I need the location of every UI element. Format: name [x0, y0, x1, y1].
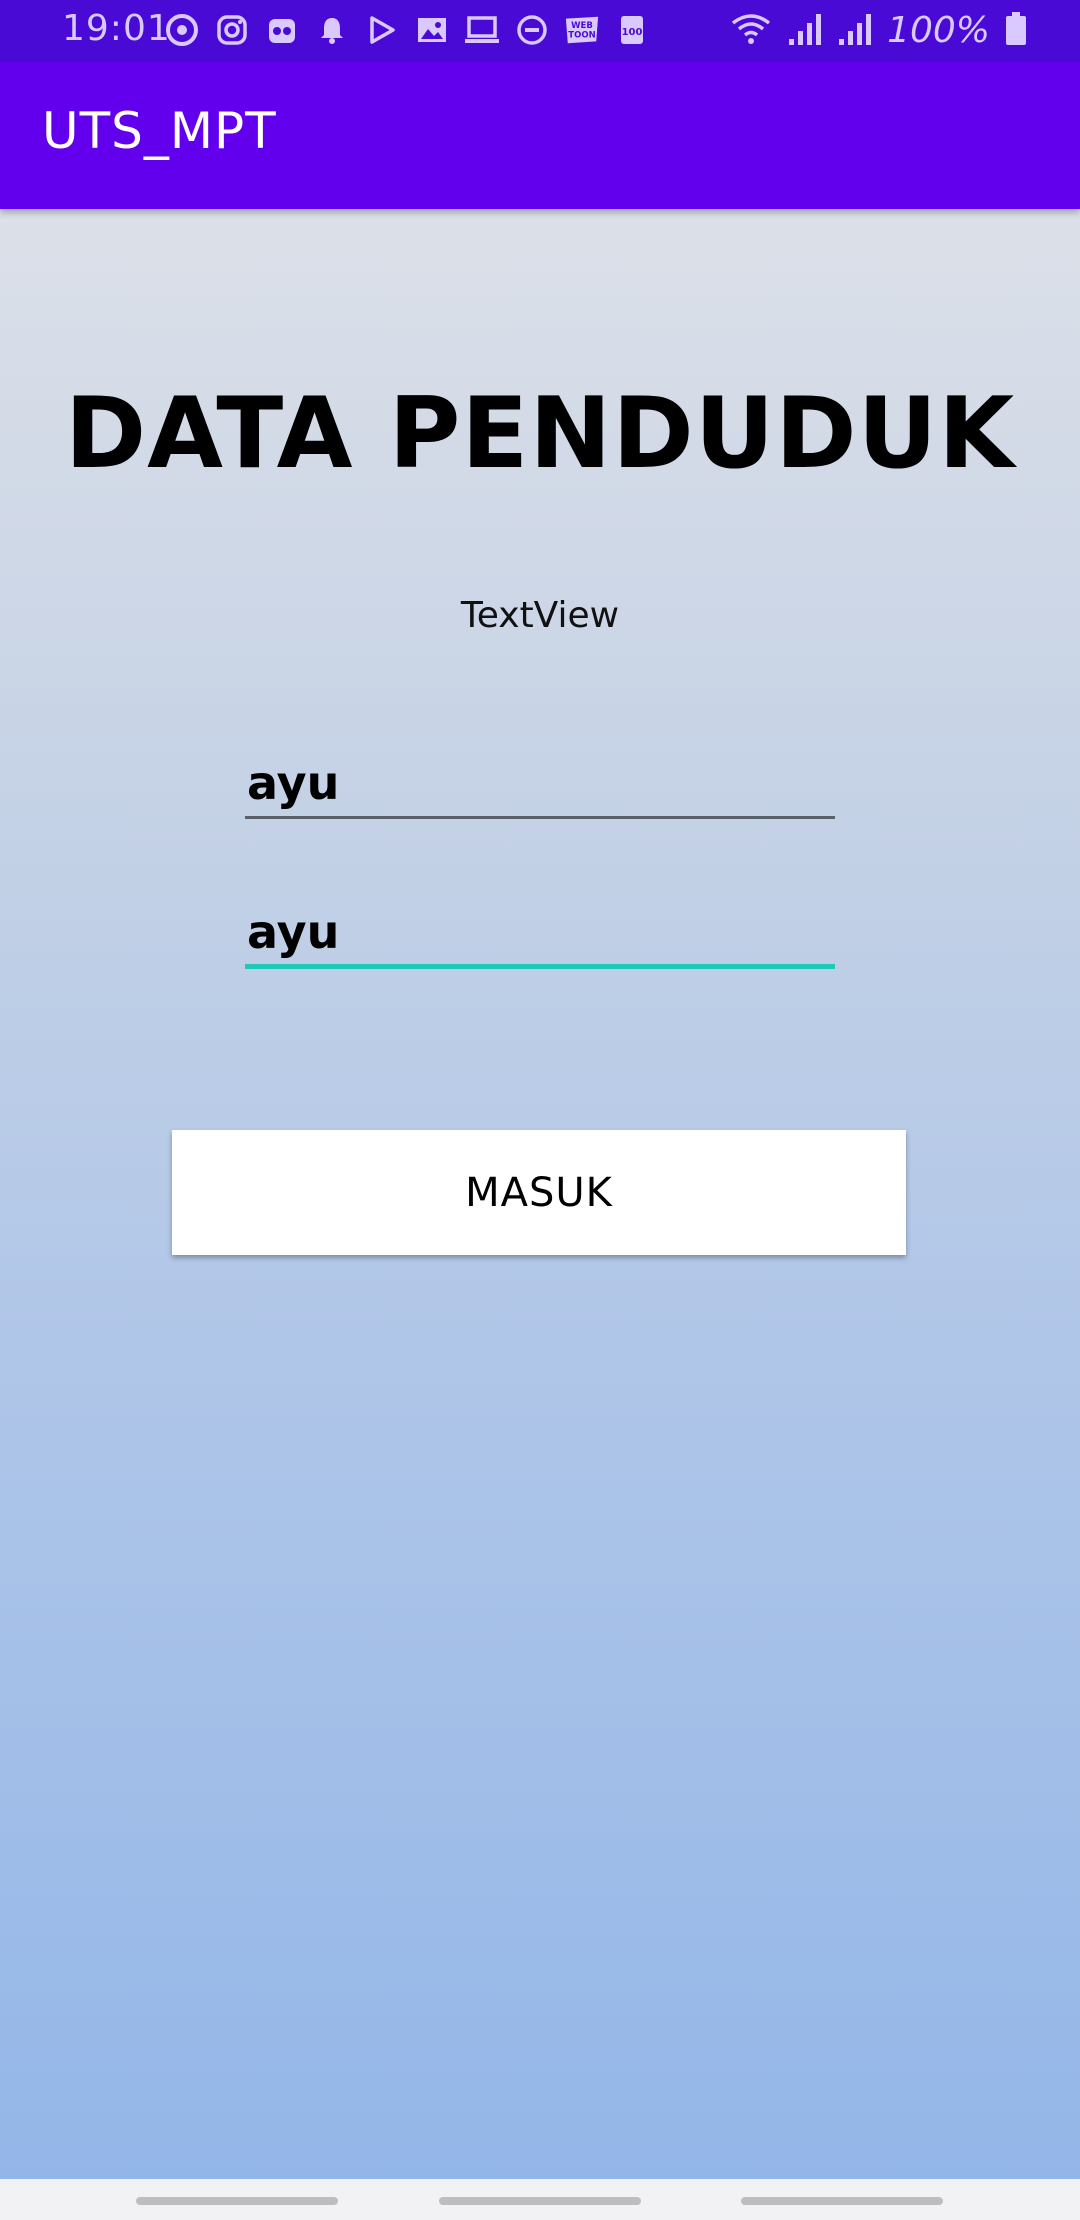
battery-percent: 100% [887, 10, 990, 51]
status-right: 100% [729, 10, 1028, 51]
signal-2-icon [837, 11, 873, 51]
bell-icon [314, 12, 350, 48]
status-time: 19:01 [62, 8, 171, 49]
svg-text:100: 100 [622, 27, 643, 38]
app-title: UTS_MPT [42, 102, 277, 160]
play-store-icon [364, 12, 400, 48]
masuk-button[interactable]: MASUK [172, 1130, 906, 1255]
do-not-disturb-icon [514, 12, 550, 48]
image-icon [414, 12, 450, 48]
laptop-icon [464, 12, 500, 48]
webtoon-icon: WEB TOON [564, 12, 600, 48]
notification-icons: WEB TOON 100 [164, 12, 650, 48]
home-button[interactable] [439, 2197, 641, 2205]
recent-apps-button[interactable] [136, 2197, 338, 2205]
name-input[interactable] [245, 749, 835, 819]
back-button[interactable] [741, 2197, 943, 2205]
instagram-icon [214, 12, 250, 48]
signal-1-icon [787, 11, 823, 51]
app-100-icon: 100 [614, 12, 650, 48]
app-bar: UTS_MPT [0, 62, 1080, 209]
text-view: TextView [460, 595, 620, 636]
at-sign-icon [164, 12, 200, 48]
svg-text:TOON: TOON [568, 31, 595, 41]
password-input[interactable] [245, 899, 835, 969]
status-bar: 19:01 WEB TOON 100 100% [0, 0, 1080, 62]
navigation-bar [0, 2179, 1080, 2220]
svg-text:WEB: WEB [571, 21, 593, 31]
page-title: DATA PENDUDUK [64, 377, 1016, 491]
main-content: DATA PENDUDUK TextView MASUK [0, 209, 1080, 2179]
battery-icon [1004, 11, 1028, 51]
owl-app-icon [264, 12, 300, 48]
wifi-icon [729, 11, 773, 51]
